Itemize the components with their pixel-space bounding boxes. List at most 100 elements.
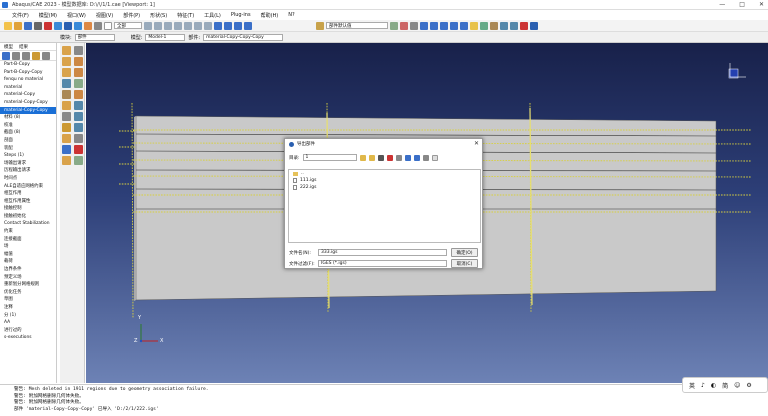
menu-feature[interactable]: 特征(T) [177, 12, 194, 19]
partition-icon[interactable] [510, 21, 518, 30]
tree-item[interactable]: 边界条件 [0, 266, 56, 274]
tab-results[interactable]: 结果 [19, 44, 28, 50]
tree-item[interactable]: 进行过的 [0, 327, 56, 335]
rotate-icon[interactable] [44, 21, 52, 30]
query-icon[interactable] [410, 21, 418, 30]
new-folder-icon[interactable] [395, 154, 402, 161]
ime-simplified[interactable]: 简 [722, 381, 728, 390]
tree-options-icon[interactable] [42, 51, 50, 60]
tree-item[interactable]: ALE自适应网格约束 [0, 183, 56, 191]
hide-icon[interactable] [440, 21, 448, 30]
home-folder-icon[interactable] [368, 154, 375, 161]
fit-view-icon[interactable] [84, 21, 92, 30]
list-view-icon[interactable] [404, 154, 411, 161]
part-default-icon[interactable] [316, 21, 324, 30]
datum-point-icon[interactable] [74, 112, 83, 121]
cut-extrude-icon[interactable] [62, 90, 71, 99]
tree-item[interactable]: 场输出请求 [0, 160, 56, 168]
menu-view[interactable]: 视图(V) [96, 12, 113, 19]
tree-item[interactable]: material-Copy-Copy [0, 106, 56, 115]
render-style-select[interactable]: 全部 [114, 22, 142, 29]
list-item[interactable]: .. [289, 170, 480, 177]
add-bookmark-icon[interactable] [386, 154, 393, 161]
sketch-icon[interactable] [490, 21, 498, 30]
save-icon[interactable] [24, 21, 32, 30]
shell-icon[interactable] [62, 79, 71, 88]
surface-icon[interactable] [74, 156, 83, 165]
view-top-icon[interactable] [164, 21, 172, 30]
print-icon[interactable] [34, 21, 42, 30]
lookin-select[interactable]: 1 [302, 154, 357, 161]
ime-half-icon[interactable]: ◐ [711, 382, 716, 389]
view-right-icon[interactable] [194, 21, 202, 30]
tree-item[interactable]: 截面 (8) [0, 129, 56, 137]
tree-item[interactable]: material [0, 84, 56, 92]
delete-icon[interactable] [520, 21, 528, 30]
round-icon[interactable] [62, 101, 71, 110]
module-select[interactable]: 部件 [74, 33, 115, 41]
tree-item[interactable]: 历程输出请求 [0, 167, 56, 175]
mirror-icon[interactable] [74, 101, 83, 110]
tree-item[interactable]: 预定义场 [0, 274, 56, 282]
tree-collapse-icon[interactable] [22, 51, 30, 60]
new-icon[interactable] [4, 21, 12, 30]
filename-input[interactable]: 333.igs [318, 249, 447, 256]
tree-item[interactable]: 时间点 [0, 175, 56, 183]
display-group-icon[interactable] [460, 21, 468, 30]
create-part-icon[interactable] [62, 46, 71, 55]
sweep-solid-icon[interactable] [62, 68, 71, 77]
ime-emoji-icon[interactable]: ☺ [734, 382, 740, 389]
datum-icon[interactable] [500, 21, 508, 30]
view-bottom-icon[interactable] [174, 21, 182, 30]
cancel-button[interactable]: 取消(C) [451, 259, 478, 268]
color-map-icon[interactable] [400, 21, 408, 30]
replace-icon[interactable] [420, 21, 428, 30]
select-icon[interactable] [104, 21, 112, 30]
maximize-button[interactable]: □ [739, 1, 745, 8]
perspective-icon[interactable] [214, 21, 222, 30]
cycle-views-icon[interactable] [94, 21, 102, 30]
show-icon[interactable] [430, 21, 438, 30]
attachment-icon[interactable] [62, 134, 71, 143]
tree-item[interactable]: 载荷 [0, 258, 56, 266]
tree-item[interactable]: Part-B-Copy-Copy [0, 69, 56, 77]
tree-item[interactable]: 草图 [0, 296, 56, 304]
tree-lock-icon[interactable] [32, 51, 40, 60]
ime-settings-icon[interactable]: ⚙ [746, 382, 751, 389]
tree-item[interactable]: 剖面 [0, 137, 56, 145]
tree-item[interactable]: 重新划分网格规则 [0, 281, 56, 289]
list-item[interactable]: 222.igs [289, 184, 480, 191]
reverse-icon[interactable] [450, 21, 458, 30]
view-back-icon[interactable] [154, 21, 162, 30]
zoom-icon[interactable] [64, 21, 72, 30]
tree-item[interactable]: 优化任务 [0, 289, 56, 297]
tree-item[interactable]: 相互作用 [0, 190, 56, 198]
hidden-line-icon[interactable] [234, 21, 242, 30]
view-front-icon[interactable] [144, 21, 152, 30]
wire-icon[interactable] [74, 79, 83, 88]
open-icon[interactable] [14, 21, 22, 30]
extrude-solid-icon[interactable] [62, 57, 71, 66]
set-icon[interactable] [62, 156, 71, 165]
bookmark-icon[interactable] [377, 154, 384, 161]
model-select[interactable]: Model-1 [145, 33, 186, 41]
menu-file[interactable]: 文件(F) [12, 12, 29, 19]
file-filter-select[interactable]: IGES (*.igs) [318, 260, 447, 267]
tree-item[interactable]: 校准 [0, 122, 56, 130]
tree-item[interactable]: Part-B-Copy [0, 61, 56, 69]
details-view-icon[interactable] [413, 154, 420, 161]
shaded-icon[interactable] [244, 21, 252, 30]
tree-item[interactable]: 相互作用属性 [0, 198, 56, 206]
tree-item[interactable]: AA [0, 319, 56, 327]
preview-icon[interactable] [431, 154, 438, 161]
tree-expand-icon[interactable] [12, 51, 20, 60]
tree-item[interactable]: 约束 [0, 228, 56, 236]
tree-item[interactable]: Contact Stabilization [0, 220, 56, 228]
partition-cell-icon[interactable] [74, 123, 83, 132]
tree-item[interactable]: 连接截面 [0, 236, 56, 244]
ime-mode-icon[interactable]: ♪ [701, 382, 705, 389]
loft-solid-icon[interactable] [74, 68, 83, 77]
ime-lang[interactable]: 英 [689, 381, 695, 390]
tree-item[interactable]: 场 [0, 243, 56, 251]
view-left-icon[interactable] [184, 21, 192, 30]
